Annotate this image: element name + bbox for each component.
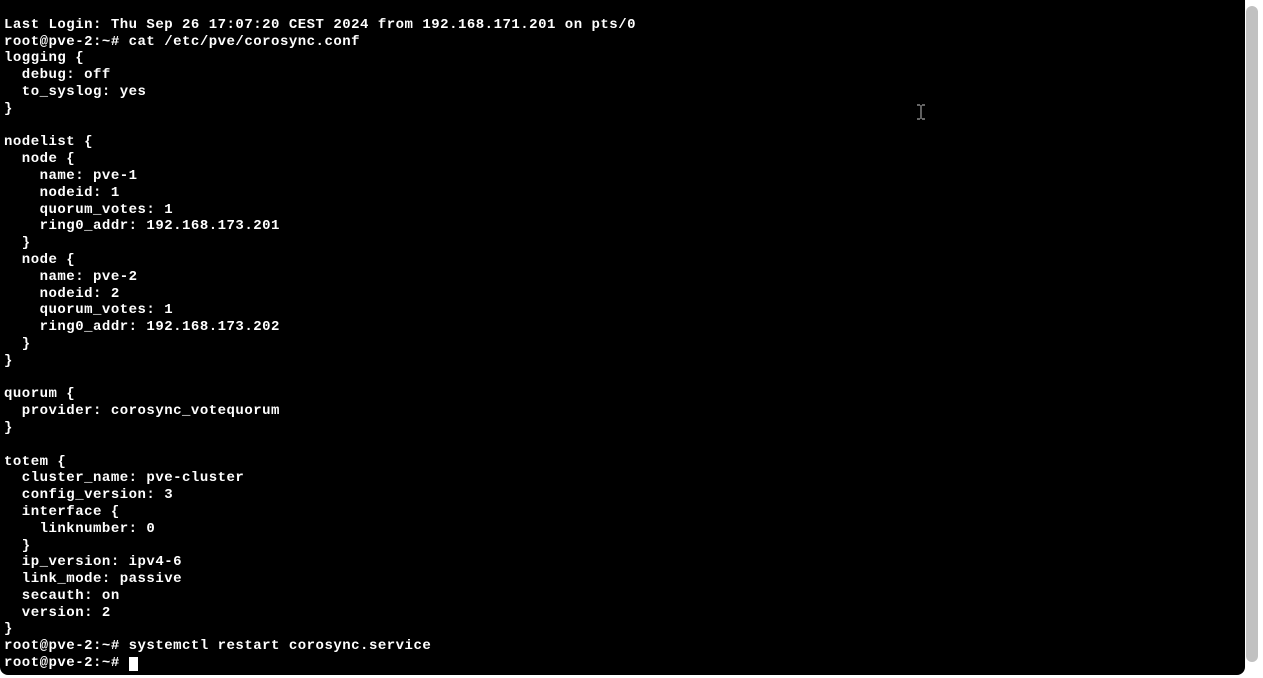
- terminal-line: secauth: on: [4, 588, 120, 604]
- terminal-line: }: [4, 336, 31, 352]
- terminal-line: name: pve-2: [4, 269, 138, 285]
- terminal-line: to_syslog: yes: [4, 84, 146, 100]
- terminal-cursor: [129, 657, 138, 671]
- terminal-line: ring0_addr: 192.168.173.202: [4, 319, 280, 335]
- terminal-line: provider: corosync_votequorum: [4, 403, 280, 419]
- terminal-line: ip_version: ipv4-6: [4, 554, 182, 570]
- terminal-line: interface {: [4, 504, 120, 520]
- terminal-line: quorum_votes: 1: [4, 302, 173, 318]
- terminal-line: root@pve-2:~# systemctl restart corosync…: [4, 638, 431, 654]
- terminal-line: }: [4, 420, 13, 436]
- terminal-line: link_mode: passive: [4, 571, 182, 587]
- terminal-line: }: [4, 101, 13, 117]
- scrollbar-thumb[interactable]: [1246, 6, 1258, 662]
- terminal-line: cluster_name: pve-cluster: [4, 470, 244, 486]
- terminal-line: config_version: 3: [4, 487, 173, 503]
- terminal-line: quorum {: [4, 386, 75, 402]
- terminal-line: Last Login: Thu Sep 26 17:07:20 CEST 202…: [4, 17, 636, 33]
- terminal-line: linknumber: 0: [4, 521, 155, 537]
- terminal-line: }: [4, 353, 13, 369]
- terminal-line: nodeid: 2: [4, 286, 120, 302]
- terminal-line: totem {: [4, 454, 66, 470]
- terminal-line: ring0_addr: 192.168.173.201: [4, 218, 280, 234]
- terminal-line: version: 2: [4, 605, 111, 621]
- terminal-line: node {: [4, 151, 75, 167]
- terminal-line: name: pve-1: [4, 168, 138, 184]
- terminal-prompt: root@pve-2:~#: [4, 655, 129, 671]
- terminal-line: debug: off: [4, 67, 111, 83]
- terminal-prompt-line: root@pve-2:~#: [4, 655, 138, 671]
- terminal-line: }: [4, 538, 31, 554]
- scrollbar-track[interactable]: [1247, 0, 1261, 670]
- terminal-window[interactable]: Last Login: Thu Sep 26 17:07:20 CEST 202…: [0, 0, 1245, 675]
- terminal-line: nodelist {: [4, 134, 93, 150]
- terminal-line: root@pve-2:~# cat /etc/pve/corosync.conf: [4, 34, 360, 50]
- terminal-line: nodeid: 1: [4, 185, 120, 201]
- terminal-line: quorum_votes: 1: [4, 202, 173, 218]
- terminal-line: logging {: [4, 50, 84, 66]
- terminal-output[interactable]: Last Login: Thu Sep 26 17:07:20 CEST 202…: [4, 0, 1241, 671]
- terminal-line: node {: [4, 252, 75, 268]
- terminal-line: }: [4, 621, 13, 637]
- terminal-line: }: [4, 235, 31, 251]
